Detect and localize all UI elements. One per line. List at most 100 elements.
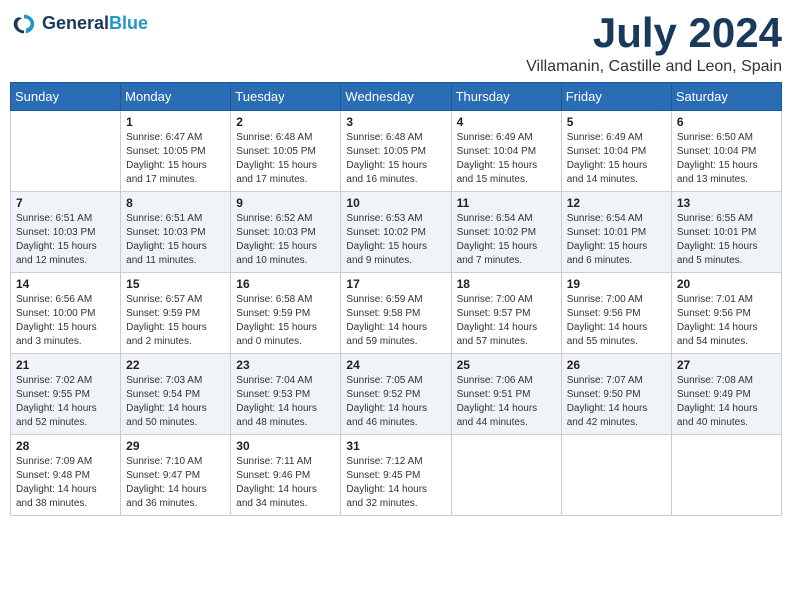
- calendar-cell: 19 Sunrise: 7:00 AMSunset: 9:56 PMDayligh…: [561, 273, 671, 354]
- calendar-cell: 13Sunrise: 6:55 AMSunset: 10:01 PMDaylig…: [671, 192, 781, 273]
- day-info: Sunrise: 6:52 AMSunset: 10:03 PMDaylight…: [236, 212, 335, 268]
- day-number: 22: [126, 358, 225, 372]
- day-number: 14: [16, 277, 115, 291]
- calendar-cell: 14Sunrise: 6:56 AMSunset: 10:00 PMDaylig…: [11, 273, 121, 354]
- calendar-cell: 20Sunrise: 7:01 AMSunset: 9:56 PMDayligh…: [671, 273, 781, 354]
- calendar-cell: 24 Sunrise: 7:05 AMSunset: 9:52 PMDayligh…: [341, 354, 451, 435]
- day-number: 1: [126, 115, 225, 129]
- title-block: July 2024 Villamanin, Castille and Leon,…: [526, 10, 782, 76]
- calendar-header-row: SundayMondayTuesdayWednesdayThursdayFrid…: [11, 83, 782, 111]
- day-info: Sunrise: 7:06 AMSunset: 9:51 PMDaylight:…: [457, 374, 556, 430]
- calendar-cell: 1 Sunrise: 6:47 AMSunset: 10:05 PMDayligh…: [121, 111, 231, 192]
- page-header: GeneralBlue July 2024 Villamanin, Castil…: [10, 10, 782, 76]
- calendar-table: SundayMondayTuesdayWednesdayThursdayFrid…: [10, 82, 782, 516]
- calendar-cell: 28 Sunrise: 7:09 AMSunset: 9:48 PMDayligh…: [11, 435, 121, 516]
- day-number: 23: [236, 358, 335, 372]
- day-info: Sunrise: 6:51 AMSunset: 10:03 PMDaylight…: [16, 212, 115, 268]
- calendar-cell: 15 Sunrise: 6:57 AMSunset: 9:59 PMDayligh…: [121, 273, 231, 354]
- calendar-cell: 31 Sunrise: 7:12 AMSunset: 9:45 PMDayligh…: [341, 435, 451, 516]
- calendar-week-row: 21 Sunrise: 7:02 AMSunset: 9:55 PMDayligh…: [11, 354, 782, 435]
- calendar-cell: 10 Sunrise: 6:53 AMSunset: 10:02 PMDaylig…: [341, 192, 451, 273]
- day-info: Sunrise: 7:10 AMSunset: 9:47 PMDaylight:…: [126, 455, 225, 511]
- calendar-cell: 3Sunrise: 6:48 AMSunset: 10:05 PMDayligh…: [341, 111, 451, 192]
- calendar-cell: [671, 435, 781, 516]
- calendar-cell: [451, 435, 561, 516]
- location: Villamanin, Castille and Leon, Spain: [526, 58, 782, 76]
- column-header-friday: Friday: [561, 83, 671, 111]
- calendar-cell: 21 Sunrise: 7:02 AMSunset: 9:55 PMDayligh…: [11, 354, 121, 435]
- calendar-week-row: 14Sunrise: 6:56 AMSunset: 10:00 PMDaylig…: [11, 273, 782, 354]
- day-number: 12: [567, 196, 666, 210]
- day-info: Sunrise: 7:11 AMSunset: 9:46 PMDaylight:…: [236, 455, 335, 511]
- calendar-cell: 2 Sunrise: 6:48 AMSunset: 10:05 PMDayligh…: [231, 111, 341, 192]
- calendar-cell: 9 Sunrise: 6:52 AMSunset: 10:03 PMDayligh…: [231, 192, 341, 273]
- column-header-tuesday: Tuesday: [231, 83, 341, 111]
- day-info: Sunrise: 6:57 AMSunset: 9:59 PMDaylight:…: [126, 293, 225, 349]
- day-number: 29: [126, 439, 225, 453]
- day-info: Sunrise: 6:54 AMSunset: 10:01 PMDaylight…: [567, 212, 666, 268]
- day-info: Sunrise: 7:02 AMSunset: 9:55 PMDaylight:…: [16, 374, 115, 430]
- day-info: Sunrise: 6:55 AMSunset: 10:01 PMDaylight…: [677, 212, 776, 268]
- day-info: Sunrise: 7:08 AMSunset: 9:49 PMDaylight:…: [677, 374, 776, 430]
- day-number: 15: [126, 277, 225, 291]
- day-number: 26: [567, 358, 666, 372]
- day-number: 27: [677, 358, 776, 372]
- day-number: 3: [346, 115, 445, 129]
- day-info: Sunrise: 6:54 AMSunset: 10:02 PMDaylight…: [457, 212, 556, 268]
- day-info: Sunrise: 6:49 AMSunset: 10:04 PMDaylight…: [457, 131, 556, 187]
- day-info: Sunrise: 7:04 AMSunset: 9:53 PMDaylight:…: [236, 374, 335, 430]
- calendar-week-row: 7 Sunrise: 6:51 AMSunset: 10:03 PMDayligh…: [11, 192, 782, 273]
- calendar-week-row: 28 Sunrise: 7:09 AMSunset: 9:48 PMDayligh…: [11, 435, 782, 516]
- day-info: Sunrise: 6:48 AMSunset: 10:05 PMDaylight…: [236, 131, 335, 187]
- calendar-cell: 30Sunrise: 7:11 AMSunset: 9:46 PMDayligh…: [231, 435, 341, 516]
- calendar-cell: 4 Sunrise: 6:49 AMSunset: 10:04 PMDayligh…: [451, 111, 561, 192]
- calendar-cell: 23 Sunrise: 7:04 AMSunset: 9:53 PMDayligh…: [231, 354, 341, 435]
- day-info: Sunrise: 6:51 AMSunset: 10:03 PMDaylight…: [126, 212, 225, 268]
- day-number: 21: [16, 358, 115, 372]
- column-header-sunday: Sunday: [11, 83, 121, 111]
- calendar-cell: 27 Sunrise: 7:08 AMSunset: 9:49 PMDayligh…: [671, 354, 781, 435]
- day-info: Sunrise: 7:00 AMSunset: 9:56 PMDaylight:…: [567, 293, 666, 349]
- day-info: Sunrise: 7:12 AMSunset: 9:45 PMDaylight:…: [346, 455, 445, 511]
- day-number: 4: [457, 115, 556, 129]
- calendar-cell: 11Sunrise: 6:54 AMSunset: 10:02 PMDaylig…: [451, 192, 561, 273]
- calendar-cell: 6 Sunrise: 6:50 AMSunset: 10:04 PMDayligh…: [671, 111, 781, 192]
- column-header-monday: Monday: [121, 83, 231, 111]
- day-info: Sunrise: 7:05 AMSunset: 9:52 PMDaylight:…: [346, 374, 445, 430]
- column-header-thursday: Thursday: [451, 83, 561, 111]
- day-info: Sunrise: 6:53 AMSunset: 10:02 PMDaylight…: [346, 212, 445, 268]
- day-info: Sunrise: 6:50 AMSunset: 10:04 PMDaylight…: [677, 131, 776, 187]
- day-number: 31: [346, 439, 445, 453]
- calendar-cell: 18Sunrise: 7:00 AMSunset: 9:57 PMDayligh…: [451, 273, 561, 354]
- calendar-cell: 25 Sunrise: 7:06 AMSunset: 9:51 PMDayligh…: [451, 354, 561, 435]
- day-info: Sunrise: 6:59 AMSunset: 9:58 PMDaylight:…: [346, 293, 445, 349]
- calendar-cell: 12 Sunrise: 6:54 AMSunset: 10:01 PMDaylig…: [561, 192, 671, 273]
- day-number: 25: [457, 358, 556, 372]
- day-number: 9: [236, 196, 335, 210]
- calendar-week-row: 1 Sunrise: 6:47 AMSunset: 10:05 PMDayligh…: [11, 111, 782, 192]
- calendar-cell: 8 Sunrise: 6:51 AMSunset: 10:03 PMDayligh…: [121, 192, 231, 273]
- day-number: 8: [126, 196, 225, 210]
- day-number: 24: [346, 358, 445, 372]
- calendar-cell: 7 Sunrise: 6:51 AMSunset: 10:03 PMDayligh…: [11, 192, 121, 273]
- day-info: Sunrise: 7:00 AMSunset: 9:57 PMDaylight:…: [457, 293, 556, 349]
- day-number: 6: [677, 115, 776, 129]
- day-number: 2: [236, 115, 335, 129]
- logo-text-block: GeneralBlue: [42, 14, 148, 34]
- day-info: Sunrise: 7:09 AMSunset: 9:48 PMDaylight:…: [16, 455, 115, 511]
- calendar-cell: [561, 435, 671, 516]
- day-number: 7: [16, 196, 115, 210]
- logo: GeneralBlue: [10, 10, 148, 38]
- calendar-cell: 17Sunrise: 6:59 AMSunset: 9:58 PMDayligh…: [341, 273, 451, 354]
- calendar-cell: [11, 111, 121, 192]
- day-info: Sunrise: 6:58 AMSunset: 9:59 PMDaylight:…: [236, 293, 335, 349]
- day-number: 19: [567, 277, 666, 291]
- day-number: 5: [567, 115, 666, 129]
- calendar-cell: 16Sunrise: 6:58 AMSunset: 9:59 PMDayligh…: [231, 273, 341, 354]
- day-info: Sunrise: 6:47 AMSunset: 10:05 PMDaylight…: [126, 131, 225, 187]
- day-info: Sunrise: 6:49 AMSunset: 10:04 PMDaylight…: [567, 131, 666, 187]
- logo-icon: [10, 10, 38, 38]
- day-number: 10: [346, 196, 445, 210]
- day-number: 28: [16, 439, 115, 453]
- day-info: Sunrise: 7:07 AMSunset: 9:50 PMDaylight:…: [567, 374, 666, 430]
